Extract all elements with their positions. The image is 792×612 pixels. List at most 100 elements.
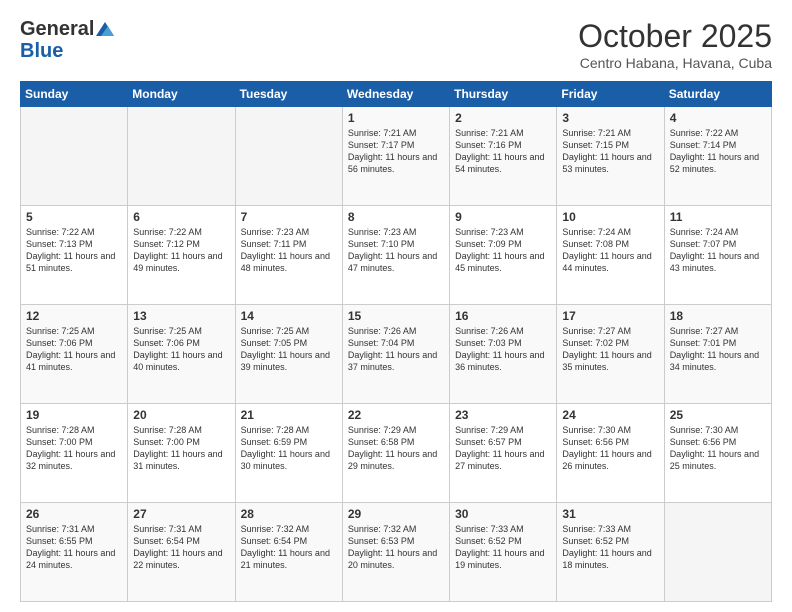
cell-text: Sunrise: 7:30 AMSunset: 6:56 PMDaylight:… — [562, 424, 658, 473]
cell-text: Sunrise: 7:32 AMSunset: 6:53 PMDaylight:… — [348, 523, 444, 572]
cell-text: Sunrise: 7:26 AMSunset: 7:04 PMDaylight:… — [348, 325, 444, 374]
page: General Blue October 2025 Centro Habana,… — [0, 0, 792, 612]
day-number: 22 — [348, 408, 444, 422]
table-row: 19 Sunrise: 7:28 AMSunset: 7:00 PMDayligh… — [21, 404, 128, 503]
table-row: 18 Sunrise: 7:27 AMSunset: 7:01 PMDayligh… — [664, 305, 771, 404]
table-row — [235, 107, 342, 206]
cell-text: Sunrise: 7:29 AMSunset: 6:57 PMDaylight:… — [455, 424, 551, 473]
day-number: 4 — [670, 111, 766, 125]
table-row: 29Sunrise: 7:32 AMSunset: 6:53 PMDayligh… — [342, 503, 449, 602]
month-title: October 2025 — [578, 18, 772, 55]
day-number: 27 — [133, 507, 229, 521]
day-number: 9 — [455, 210, 551, 224]
calendar-week-row: 12Sunrise: 7:25 AMSunset: 7:06 PMDayligh… — [21, 305, 772, 404]
day-number: 5 — [26, 210, 122, 224]
table-row: 3 Sunrise: 7:21 AMSunset: 7:15 PMDaylight… — [557, 107, 664, 206]
cell-text: Sunrise: 7:25 AMSunset: 7:06 PMDaylight:… — [26, 325, 122, 374]
cell-text: Sunrise: 7:25 AMSunset: 7:06 PMDaylight:… — [133, 325, 229, 374]
cell-text: Sunrise: 7:25 AMSunset: 7:05 PMDaylight:… — [241, 325, 337, 374]
table-row: 6Sunrise: 7:22 AMSunset: 7:12 PMDaylight… — [128, 206, 235, 305]
day-number: 23 — [455, 408, 551, 422]
logo-general-text: General — [20, 18, 94, 40]
col-friday: Friday — [557, 82, 664, 107]
cell-text: Sunrise: 7:28 AMSunset: 6:59 PMDaylight:… — [241, 424, 337, 473]
day-number: 11 — [670, 210, 766, 224]
table-row: 7Sunrise: 7:23 AMSunset: 7:11 PMDaylight… — [235, 206, 342, 305]
table-row — [128, 107, 235, 206]
cell-text: Sunrise: 7:31 AMSunset: 6:55 PMDaylight:… — [26, 523, 122, 572]
col-monday: Monday — [128, 82, 235, 107]
day-number: 24 — [562, 408, 658, 422]
table-row: 31Sunrise: 7:33 AMSunset: 6:52 PMDayligh… — [557, 503, 664, 602]
day-number: 18 — [670, 309, 766, 323]
table-row: 27 Sunrise: 7:31 AMSunset: 6:54 PMDayligh… — [128, 503, 235, 602]
table-row: 17 Sunrise: 7:27 AMSunset: 7:02 PMDayligh… — [557, 305, 664, 404]
day-number: 30 — [455, 507, 551, 521]
logo-icon — [96, 22, 114, 36]
col-sunday: Sunday — [21, 82, 128, 107]
calendar-week-row: 19 Sunrise: 7:28 AMSunset: 7:00 PMDayligh… — [21, 404, 772, 503]
day-number: 15 — [348, 309, 444, 323]
col-wednesday: Wednesday — [342, 82, 449, 107]
logo-blue-text: Blue — [20, 40, 63, 62]
day-number: 2 — [455, 111, 551, 125]
table-row: 12Sunrise: 7:25 AMSunset: 7:06 PMDayligh… — [21, 305, 128, 404]
col-tuesday: Tuesday — [235, 82, 342, 107]
cell-text: Sunrise: 7:23 AMSunset: 7:09 PMDaylight:… — [455, 226, 551, 275]
table-row: 30 Sunrise: 7:33 AMSunset: 6:52 PMDayligh… — [450, 503, 557, 602]
cell-text: Sunrise: 7:22 AMSunset: 7:13 PMDaylight:… — [26, 226, 122, 275]
table-row: 9 Sunrise: 7:23 AMSunset: 7:09 PMDaylight… — [450, 206, 557, 305]
day-number: 10 — [562, 210, 658, 224]
cell-text: Sunrise: 7:24 AMSunset: 7:08 PMDaylight:… — [562, 226, 658, 275]
day-number: 1 — [348, 111, 444, 125]
cell-text: Sunrise: 7:31 AMSunset: 6:54 PMDaylight:… — [133, 523, 229, 572]
table-row: 16 Sunrise: 7:26 AMSunset: 7:03 PMDayligh… — [450, 305, 557, 404]
table-row: 4 Sunrise: 7:22 AMSunset: 7:14 PMDaylight… — [664, 107, 771, 206]
table-row: 26Sunrise: 7:31 AMSunset: 6:55 PMDayligh… — [21, 503, 128, 602]
table-row: 2 Sunrise: 7:21 AMSunset: 7:16 PMDaylight… — [450, 107, 557, 206]
day-number: 28 — [241, 507, 337, 521]
day-number: 14 — [241, 309, 337, 323]
cell-text: Sunrise: 7:28 AMSunset: 7:00 PMDaylight:… — [26, 424, 122, 473]
cell-text: Sunrise: 7:27 AMSunset: 7:02 PMDaylight:… — [562, 325, 658, 374]
cell-text: Sunrise: 7:24 AMSunset: 7:07 PMDaylight:… — [670, 226, 766, 275]
day-number: 16 — [455, 309, 551, 323]
day-number: 19 — [26, 408, 122, 422]
cell-text: Sunrise: 7:26 AMSunset: 7:03 PMDaylight:… — [455, 325, 551, 374]
location: Centro Habana, Havana, Cuba — [578, 55, 772, 71]
table-row: 14 Sunrise: 7:25 AMSunset: 7:05 PMDayligh… — [235, 305, 342, 404]
table-row: 21 Sunrise: 7:28 AMSunset: 6:59 PMDayligh… — [235, 404, 342, 503]
day-number: 3 — [562, 111, 658, 125]
cell-text: Sunrise: 7:30 AMSunset: 6:56 PMDaylight:… — [670, 424, 766, 473]
day-number: 21 — [241, 408, 337, 422]
table-row: 23 Sunrise: 7:29 AMSunset: 6:57 PMDayligh… — [450, 404, 557, 503]
cell-text: Sunrise: 7:33 AMSunset: 6:52 PMDaylight:… — [455, 523, 551, 572]
table-row: 1 Sunrise: 7:21 AMSunset: 7:17 PMDaylight… — [342, 107, 449, 206]
cell-text: Sunrise: 7:27 AMSunset: 7:01 PMDaylight:… — [670, 325, 766, 374]
calendar-table: Sunday Monday Tuesday Wednesday Thursday… — [20, 81, 772, 602]
cell-text: Sunrise: 7:23 AMSunset: 7:10 PMDaylight:… — [348, 226, 444, 275]
title-area: October 2025 Centro Habana, Havana, Cuba — [578, 18, 772, 71]
cell-text: Sunrise: 7:33 AMSunset: 6:52 PMDaylight:… — [562, 523, 658, 572]
table-row: 10 Sunrise: 7:24 AMSunset: 7:08 PMDayligh… — [557, 206, 664, 305]
day-number: 17 — [562, 309, 658, 323]
logo: General Blue — [20, 18, 114, 62]
day-number: 6 — [133, 210, 229, 224]
calendar-week-row: 1 Sunrise: 7:21 AMSunset: 7:17 PMDaylight… — [21, 107, 772, 206]
table-row: 15 Sunrise: 7:26 AMSunset: 7:04 PMDayligh… — [342, 305, 449, 404]
cell-text: Sunrise: 7:32 AMSunset: 6:54 PMDaylight:… — [241, 523, 337, 572]
day-number: 25 — [670, 408, 766, 422]
day-number: 8 — [348, 210, 444, 224]
table-row — [664, 503, 771, 602]
weekday-header-row: Sunday Monday Tuesday Wednesday Thursday… — [21, 82, 772, 107]
cell-text: Sunrise: 7:22 AMSunset: 7:14 PMDaylight:… — [670, 127, 766, 176]
cell-text: Sunrise: 7:21 AMSunset: 7:16 PMDaylight:… — [455, 127, 551, 176]
table-row: 8 Sunrise: 7:23 AMSunset: 7:10 PMDaylight… — [342, 206, 449, 305]
day-number: 13 — [133, 309, 229, 323]
header: General Blue October 2025 Centro Habana,… — [20, 18, 772, 71]
cell-text: Sunrise: 7:21 AMSunset: 7:17 PMDaylight:… — [348, 127, 444, 176]
cell-text: Sunrise: 7:21 AMSunset: 7:15 PMDaylight:… — [562, 127, 658, 176]
day-number: 20 — [133, 408, 229, 422]
calendar-week-row: 5 Sunrise: 7:22 AMSunset: 7:13 PMDaylight… — [21, 206, 772, 305]
table-row: 13 Sunrise: 7:25 AMSunset: 7:06 PMDayligh… — [128, 305, 235, 404]
